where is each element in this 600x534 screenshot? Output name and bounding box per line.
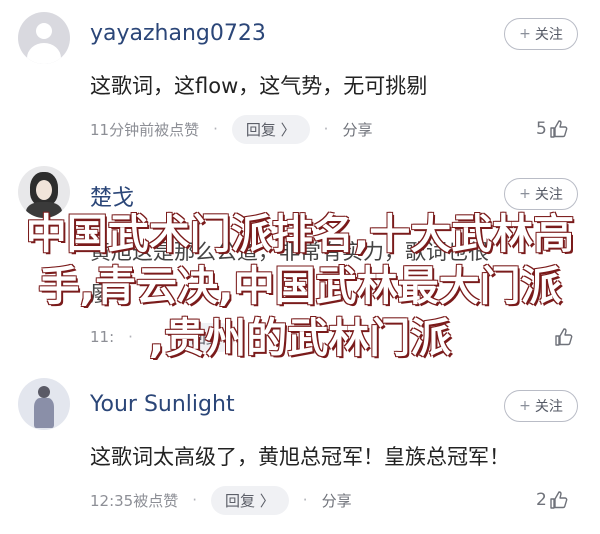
separator-dot: · <box>323 120 329 138</box>
comment-text: 这歌词太高级了，黄旭总冠军！皇族总冠军！ <box>90 445 510 469</box>
reply-button[interactable]: 回复 〉 <box>231 114 310 144</box>
follow-button[interactable]: + 关注 <box>504 178 578 210</box>
plus-icon: + <box>519 26 531 42</box>
separator-dot: · <box>128 328 133 346</box>
plus-icon: + <box>519 398 531 414</box>
share-button[interactable]: 分享 <box>322 490 352 511</box>
follow-button[interactable]: + 关注 <box>504 390 578 422</box>
avatar[interactable] <box>18 378 70 430</box>
username[interactable]: Your Sunlight <box>90 392 235 417</box>
like-count: 2 <box>536 490 547 510</box>
avatar[interactable] <box>18 12 70 64</box>
follow-label: 关注 <box>534 399 563 415</box>
reply-button[interactable]: 回复 〉 <box>211 485 289 515</box>
username[interactable]: 楚戈 <box>90 180 134 212</box>
thumbs-up-icon <box>550 120 568 138</box>
follow-label: 关注 <box>534 27 563 43</box>
comment-text: 这歌词，这flow，这气势，无可挑剔 <box>90 74 428 98</box>
comment-text-continued: 屡 <box>90 282 111 306</box>
avatar[interactable] <box>18 166 70 218</box>
comment-meta: 11: · 回复 · <box>90 322 268 352</box>
plus-icon: + <box>519 186 531 202</box>
separator-dot: · <box>192 491 198 509</box>
like-button[interactable]: 5 <box>536 114 569 144</box>
timestamp: 12:35被点赞 <box>90 491 179 510</box>
comment-meta: 11分钟前被点赞 · 回复 〉 · 分享 <box>90 114 372 144</box>
comment-meta: 12:35被点赞 · 回复 〉 · 分享 <box>90 485 352 515</box>
timestamp: 11: <box>90 328 115 346</box>
thumbs-up-icon <box>555 328 573 346</box>
timestamp: 11分钟前被点赞 <box>90 120 200 139</box>
follow-button[interactable]: + 关注 <box>504 18 578 50</box>
share-button[interactable]: 分享 <box>342 119 372 140</box>
separator-dot: · <box>302 491 308 509</box>
thumbs-up-icon <box>550 491 568 509</box>
separator-dot: · <box>213 120 218 138</box>
follow-label: 关注 <box>534 187 563 203</box>
like-button[interactable] <box>552 322 574 352</box>
like-button[interactable]: 2 <box>536 485 569 515</box>
separator-dot: · <box>248 328 254 346</box>
comment-text: 黄旭这是那么公道，非常有实力，歌词也很 <box>90 240 489 264</box>
like-count: 5 <box>536 119 547 139</box>
reply-button[interactable]: 回复 <box>176 322 235 352</box>
username[interactable]: yayazhang0723 <box>90 21 266 46</box>
